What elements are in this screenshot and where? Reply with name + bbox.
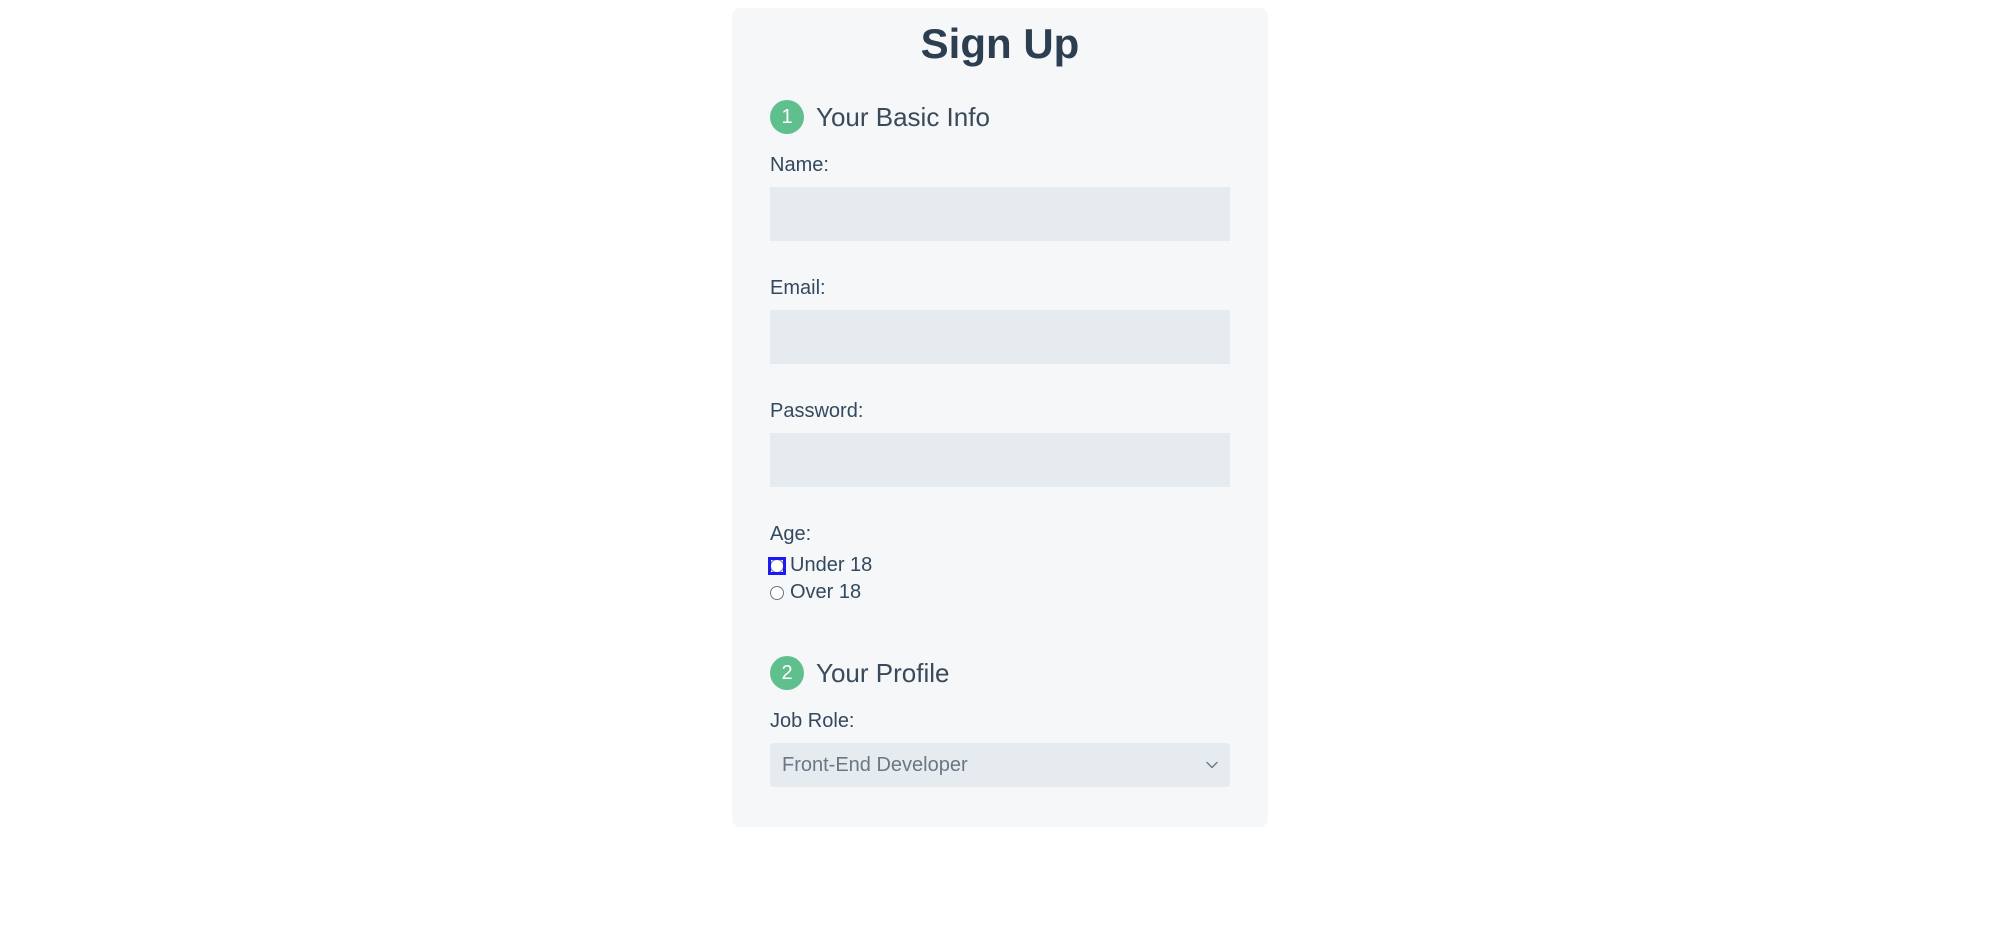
section-profile-title: Your Profile — [816, 658, 949, 689]
signup-form-card: Sign Up 1 Your Basic Info Name: Email: P… — [732, 8, 1268, 827]
section-basic-info-title: Your Basic Info — [816, 102, 990, 133]
password-input[interactable] — [770, 433, 1230, 487]
age-radio-under-18-label: Under 18 — [790, 552, 872, 579]
field-password: Password: — [770, 400, 1230, 487]
name-input[interactable] — [770, 187, 1230, 241]
field-email: Email: — [770, 277, 1230, 364]
age-radio-over-18-row: Over 18 — [770, 579, 1230, 606]
age-radio-over-18-label: Over 18 — [790, 579, 861, 606]
email-input[interactable] — [770, 310, 1230, 364]
age-radio-under-18[interactable] — [770, 559, 784, 573]
name-label: Name: — [770, 154, 1230, 177]
job-role-label: Job Role: — [770, 710, 1230, 733]
step-badge-1: 1 — [770, 100, 804, 134]
age-label: Age: — [770, 523, 1230, 546]
step-badge-2: 2 — [770, 656, 804, 690]
age-radio-over-18[interactable] — [770, 586, 784, 600]
password-label: Password: — [770, 400, 1230, 423]
field-name: Name: — [770, 154, 1230, 241]
email-label: Email: — [770, 277, 1230, 300]
field-age: Age: Under 18 Over 18 — [770, 523, 1230, 606]
field-job-role: Job Role: Front-End Developer — [770, 710, 1230, 787]
section-profile-header: 2 Your Profile — [770, 656, 1230, 690]
age-radio-under-18-row: Under 18 — [770, 552, 1230, 579]
job-role-select[interactable]: Front-End Developer — [770, 743, 1230, 787]
section-basic-info-header: 1 Your Basic Info — [770, 100, 1230, 134]
page-title: Sign Up — [770, 20, 1230, 68]
